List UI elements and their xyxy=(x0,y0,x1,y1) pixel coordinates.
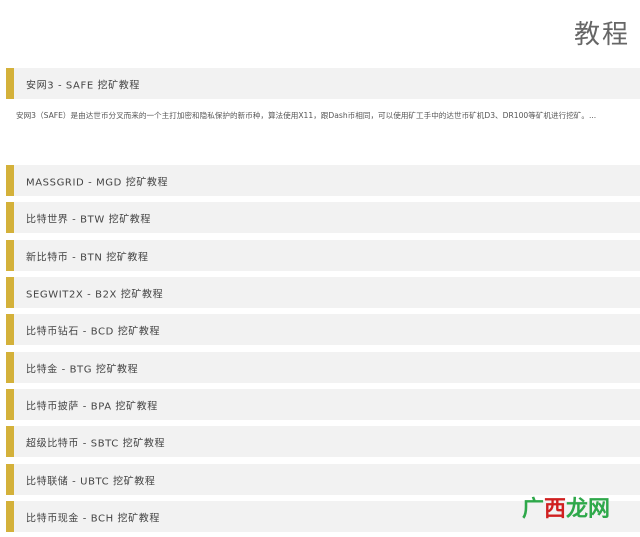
tutorial-link-label: 比特世界 - BTW 挖矿教程 xyxy=(26,214,152,225)
tutorial-link-bpa[interactable]: 比特币披萨 - BPA 挖矿教程 xyxy=(6,389,640,420)
watermark-text-part1: 广 xyxy=(521,496,544,521)
page: 教程 安网3 - SAFE 挖矿教程 安网3（SAFE）是由达世币分叉而来的一个… xyxy=(0,0,640,537)
tutorial-link-label: 新比特币 - BTN 挖矿教程 xyxy=(26,252,149,263)
page-title: 教程 xyxy=(573,20,630,50)
tutorial-link-btn[interactable]: 新比特币 - BTN 挖矿教程 xyxy=(6,240,640,271)
featured-description: 安网3（SAFE）是由达世币分叉而来的一个主打加密和隐私保护的新币种，算法使用X… xyxy=(16,111,597,120)
tutorial-link-label: 超级比特币 - SBTC 挖矿教程 xyxy=(26,438,166,449)
tutorial-link-b2x[interactable]: SEGWIT2X - B2X 挖矿教程 xyxy=(6,277,640,308)
tutorial-link-label: 比特币现金 - BCH 挖矿教程 xyxy=(26,513,160,524)
tutorial-link-label: 比特币披萨 - BPA 挖矿教程 xyxy=(26,401,158,412)
tutorial-link-btg[interactable]: 比特金 - BTG 挖矿教程 xyxy=(6,352,640,383)
tutorial-link-label: 比特币钻石 - BCD 挖矿教程 xyxy=(26,326,161,337)
tutorial-link-label: 比特联储 - UBTC 挖矿教程 xyxy=(26,476,156,487)
tutorial-link-bcd[interactable]: 比特币钻石 - BCD 挖矿教程 xyxy=(6,314,640,345)
tutorial-link-label: 比特金 - BTG 挖矿教程 xyxy=(26,364,139,375)
tutorial-link-label: SEGWIT2X - B2X 挖矿教程 xyxy=(26,289,164,300)
watermark-text-part3: 龙网 xyxy=(565,496,610,521)
site-watermark-logo: 广 西 龙网 xyxy=(522,491,610,523)
featured-tutorial-label: 安网3 - SAFE 挖矿教程 xyxy=(26,80,140,91)
tutorial-link-label: MASSGRID - MGD 挖矿教程 xyxy=(26,177,169,188)
featured-tutorial-link[interactable]: 安网3 - SAFE 挖矿教程 xyxy=(6,68,640,99)
tutorial-link-btw[interactable]: 比特世界 - BTW 挖矿教程 xyxy=(6,202,640,233)
tutorial-link-sbtc[interactable]: 超级比特币 - SBTC 挖矿教程 xyxy=(6,426,640,457)
tutorial-link-mgd[interactable]: MASSGRID - MGD 挖矿教程 xyxy=(6,165,640,196)
watermark-text-part2: 西 xyxy=(543,496,566,521)
